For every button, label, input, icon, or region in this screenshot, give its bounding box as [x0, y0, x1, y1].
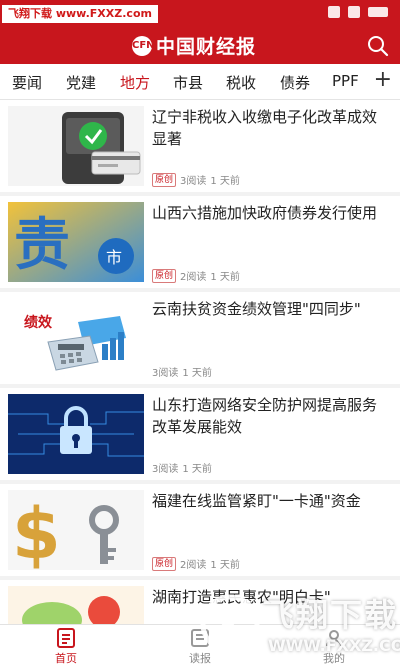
tab-zhaiquan[interactable]: 债券	[280, 72, 310, 93]
tab-shixian[interactable]: 市县	[173, 72, 203, 93]
read-count: 2阅读	[180, 560, 207, 571]
tab-ppf[interactable]: PPF	[332, 72, 359, 90]
read-count: 3阅读	[152, 368, 179, 379]
app-title: 中国财经报	[156, 36, 257, 58]
svg-text:市: 市	[106, 248, 122, 267]
status-bar: 飞翔下载 www.FXXZ.com	[0, 0, 400, 28]
article-title: 辽宁非税收入收缴电子化改革成效显著	[152, 108, 378, 148]
publish-time: 1 天前	[182, 368, 212, 379]
watermark-brand: 飞翔下载	[262, 596, 399, 634]
article-meta: 3阅读 1 天前	[152, 460, 212, 475]
thumbnail-caption: 绩效	[24, 315, 52, 331]
article-meta: 3阅读 1 天前	[152, 364, 212, 379]
list-item[interactable]: 辽宁非税收入收缴电子化改革成效显著 原创 3阅读 1 天前	[0, 100, 400, 192]
article-thumbnail: 责 市	[8, 202, 144, 282]
publish-time: 1 天前	[210, 272, 240, 283]
article-thumbnail: 绩效	[8, 298, 144, 378]
nav-home-label: 首页	[55, 652, 77, 665]
article-title: 山西六措施加快政府债券发行使用	[152, 204, 378, 222]
watermark-logo-icon	[200, 594, 260, 654]
add-tab-button[interactable]: +	[374, 67, 392, 92]
read-count: 3阅读	[152, 464, 179, 475]
article-list: 辽宁非税收入收缴电子化改革成效显著 原创 3阅读 1 天前 责 市 山西六措施加…	[0, 100, 400, 624]
svg-text:$: $	[12, 493, 61, 570]
status-icons	[328, 6, 388, 18]
svg-text:责: 责	[14, 213, 70, 278]
article-thumbnail: $	[8, 490, 144, 570]
app-logo: CFN 中国财经报	[132, 32, 256, 59]
watermark-overlay: 飞翔下载 WWW.FXXZ.COM	[196, 586, 400, 667]
watermark-domain: WWW.FXXZ.COM	[268, 636, 400, 655]
article-title: 云南扶贫资金绩效管理"四同步"	[152, 300, 361, 318]
original-badge: 原创	[152, 556, 177, 571]
category-tabs: 要闻 党建 地方 市县 税收 债券 PPF +	[0, 64, 400, 100]
article-meta: 原创 3阅读 1 天前	[152, 172, 240, 187]
original-badge: 原创	[152, 172, 177, 187]
read-count: 2阅读	[180, 272, 207, 283]
list-item[interactable]: $ 福建在线监管紧盯"一卡通"资金 原创 2阅读 1 天前	[0, 484, 400, 576]
publish-time: 1 天前	[210, 560, 240, 571]
original-badge: 原创	[152, 268, 177, 283]
home-doc-icon	[57, 628, 75, 648]
article-thumbnail	[8, 394, 144, 474]
tab-yaowen[interactable]: 要闻	[12, 72, 42, 93]
read-count: 3阅读	[180, 176, 207, 187]
list-item[interactable]: 山东打造网络安全防护网提高服务改革发展能效 3阅读 1 天前	[0, 388, 400, 480]
nav-home[interactable]: 首页	[36, 627, 96, 666]
logo-mark-icon: CFN	[132, 35, 155, 56]
signal-icon	[328, 6, 340, 18]
search-icon[interactable]	[366, 34, 390, 58]
battery-icon	[368, 7, 388, 17]
publish-time: 1 天前	[210, 176, 240, 187]
publish-time: 1 天前	[182, 464, 212, 475]
watermark-label: 飞翔下载 www.FXXZ.com	[2, 5, 158, 23]
app-header: CFN 中国财经报	[0, 28, 400, 64]
article-title: 福建在线监管紧盯"一卡通"资金	[152, 492, 361, 510]
article-thumbnail	[8, 106, 144, 186]
wifi-icon	[348, 6, 360, 18]
article-title: 山东打造网络安全防护网提高服务改革发展能效	[152, 396, 378, 436]
article-meta: 原创 2阅读 1 天前	[152, 268, 240, 283]
tab-difang[interactable]: 地方	[120, 72, 150, 93]
article-meta: 原创 2阅读 1 天前	[152, 556, 240, 571]
tab-dangjian[interactable]: 党建	[66, 72, 96, 93]
tab-shuishou[interactable]: 税收	[226, 72, 256, 93]
list-item[interactable]: 责 市 山西六措施加快政府债券发行使用 原创 2阅读 1 天前	[0, 196, 400, 288]
list-item[interactable]: 绩效 云南扶贫资金绩效管理"四同步" 3阅读 1 天前	[0, 292, 400, 384]
article-thumbnail	[8, 586, 144, 624]
